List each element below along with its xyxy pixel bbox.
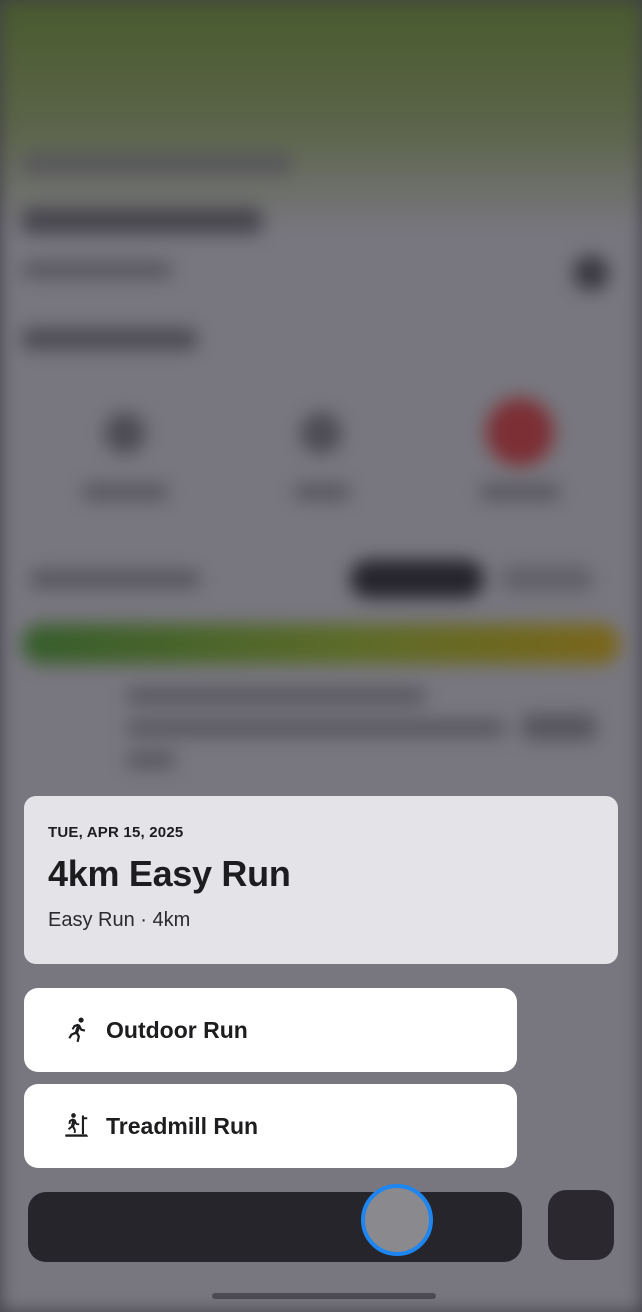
outdoor-run-option[interactable]: Outdoor Run (24, 988, 517, 1072)
treadmill-run-label: Treadmill Run (106, 1112, 259, 1139)
touch-indicator (361, 1184, 433, 1256)
treadmill-run-option[interactable]: Treadmill Run (24, 1084, 517, 1168)
workout-title: 4km Easy Run (48, 853, 291, 894)
outdoor-run-icon (62, 1015, 92, 1045)
treadmill-run-icon (62, 1111, 92, 1141)
workout-date: TUE, APR 15, 2025 (48, 824, 184, 841)
home-indicator (212, 1293, 436, 1299)
side-action-button (548, 1190, 614, 1260)
workout-subtitle: Easy Run · 4km (48, 909, 191, 931)
workout-preview-card: TUE, APR 15, 2025 4km Easy Run Easy Run … (24, 796, 618, 964)
start-workout-bar (28, 1192, 522, 1262)
outdoor-run-label: Outdoor Run (106, 1016, 248, 1043)
